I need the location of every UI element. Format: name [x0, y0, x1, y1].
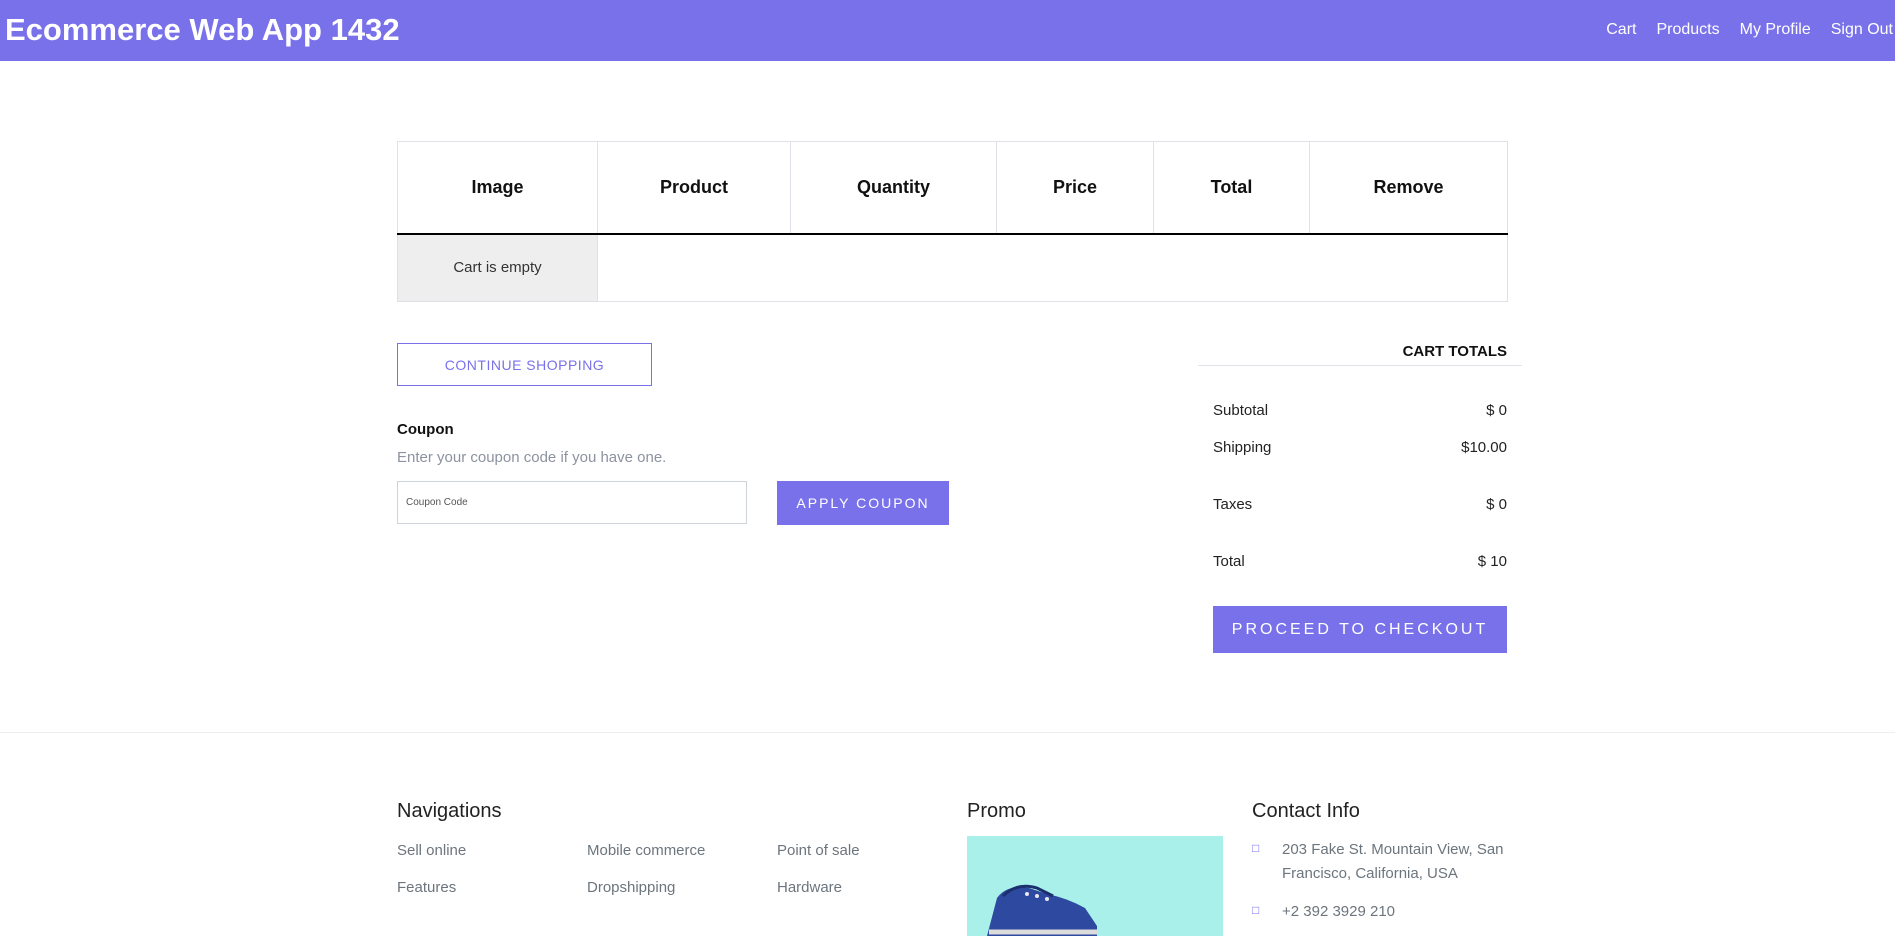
- footer-link-features[interactable]: Features: [397, 879, 456, 896]
- shoe-icon: [987, 884, 1097, 936]
- footer-link-dropshipping[interactable]: Dropshipping: [587, 879, 675, 896]
- nav-link-cart[interactable]: Cart: [1606, 21, 1636, 39]
- column-header-image: Image: [397, 141, 598, 235]
- subtotal-row: Subtotal $ 0: [1213, 402, 1507, 419]
- footer-link-sell-online[interactable]: Sell online: [397, 842, 466, 859]
- taxes-value: $ 0: [1486, 496, 1507, 513]
- cart-table-header-row: Image Product Quantity Price Total Remov…: [397, 141, 1508, 235]
- shipping-label: Shipping: [1213, 439, 1272, 456]
- total-row: Total $ 10: [1213, 553, 1507, 570]
- footer-link-point-of-sale[interactable]: Point of sale: [777, 842, 860, 859]
- contact-address: 203 Fake St. Mountain View, San Francisc…: [1282, 841, 1504, 882]
- footer-promo-title: Promo: [967, 800, 1026, 822]
- cart-totals-panel: CART TOTALS Subtotal $ 0 Shipping $10.00…: [1198, 343, 1522, 653]
- continue-shopping-button[interactable]: CONTINUE SHOPPING: [397, 343, 652, 386]
- column-header-price: Price: [996, 141, 1154, 235]
- nav-link-products[interactable]: Products: [1656, 21, 1719, 39]
- nav-link-my-profile[interactable]: My Profile: [1740, 21, 1811, 39]
- footer-link-hardware[interactable]: Hardware: [777, 879, 842, 896]
- column-header-quantity: Quantity: [790, 141, 997, 235]
- total-label: Total: [1213, 553, 1245, 570]
- top-navbar: Ecommerce Web App 1432 Cart Products My …: [0, 0, 1895, 61]
- subtotal-value: $ 0: [1486, 402, 1507, 419]
- footer-navigations-title: Navigations: [397, 800, 502, 822]
- brand-title[interactable]: Ecommerce Web App 1432: [5, 12, 400, 48]
- footer-divider: [0, 732, 1895, 733]
- taxes-label: Taxes: [1213, 496, 1253, 513]
- cart-table: Image Product Quantity Price Total Remov…: [397, 141, 1508, 302]
- map-pin-icon: □: [1252, 841, 1260, 855]
- column-header-total: Total: [1153, 141, 1310, 235]
- apply-coupon-button[interactable]: APPLY COUPON: [777, 481, 949, 525]
- taxes-row: Taxes $ 0: [1213, 496, 1507, 513]
- top-nav-links: Cart Products My Profile Sign Out: [1606, 21, 1895, 39]
- shipping-value: $10.00: [1461, 439, 1507, 456]
- column-header-product: Product: [597, 141, 791, 235]
- proceed-to-checkout-button[interactable]: PROCEED TO CHECKOUT: [1213, 606, 1507, 653]
- phone-icon: □: [1252, 903, 1260, 917]
- promo-image[interactable]: [967, 836, 1223, 936]
- cart-totals-title: CART TOTALS: [1198, 343, 1522, 366]
- subtotal-label: Subtotal: [1213, 402, 1269, 419]
- coupon-title: Coupon: [397, 421, 454, 438]
- empty-row-filler: [597, 233, 1508, 302]
- total-value: $ 10: [1477, 553, 1507, 570]
- coupon-code-input[interactable]: [397, 481, 747, 524]
- column-header-remove: Remove: [1309, 141, 1508, 235]
- nav-link-sign-out[interactable]: Sign Out: [1831, 21, 1893, 39]
- shipping-row: Shipping $10.00: [1213, 439, 1507, 456]
- contact-phone[interactable]: +2 392 3929 210: [1282, 900, 1395, 924]
- cart-empty-message: Cart is empty: [397, 233, 598, 302]
- footer-contact-title: Contact Info: [1252, 800, 1360, 822]
- table-row: Cart is empty: [397, 233, 1508, 302]
- footer-link-mobile-commerce[interactable]: Mobile commerce: [587, 842, 705, 859]
- coupon-description: Enter your coupon code if you have one.: [397, 449, 667, 466]
